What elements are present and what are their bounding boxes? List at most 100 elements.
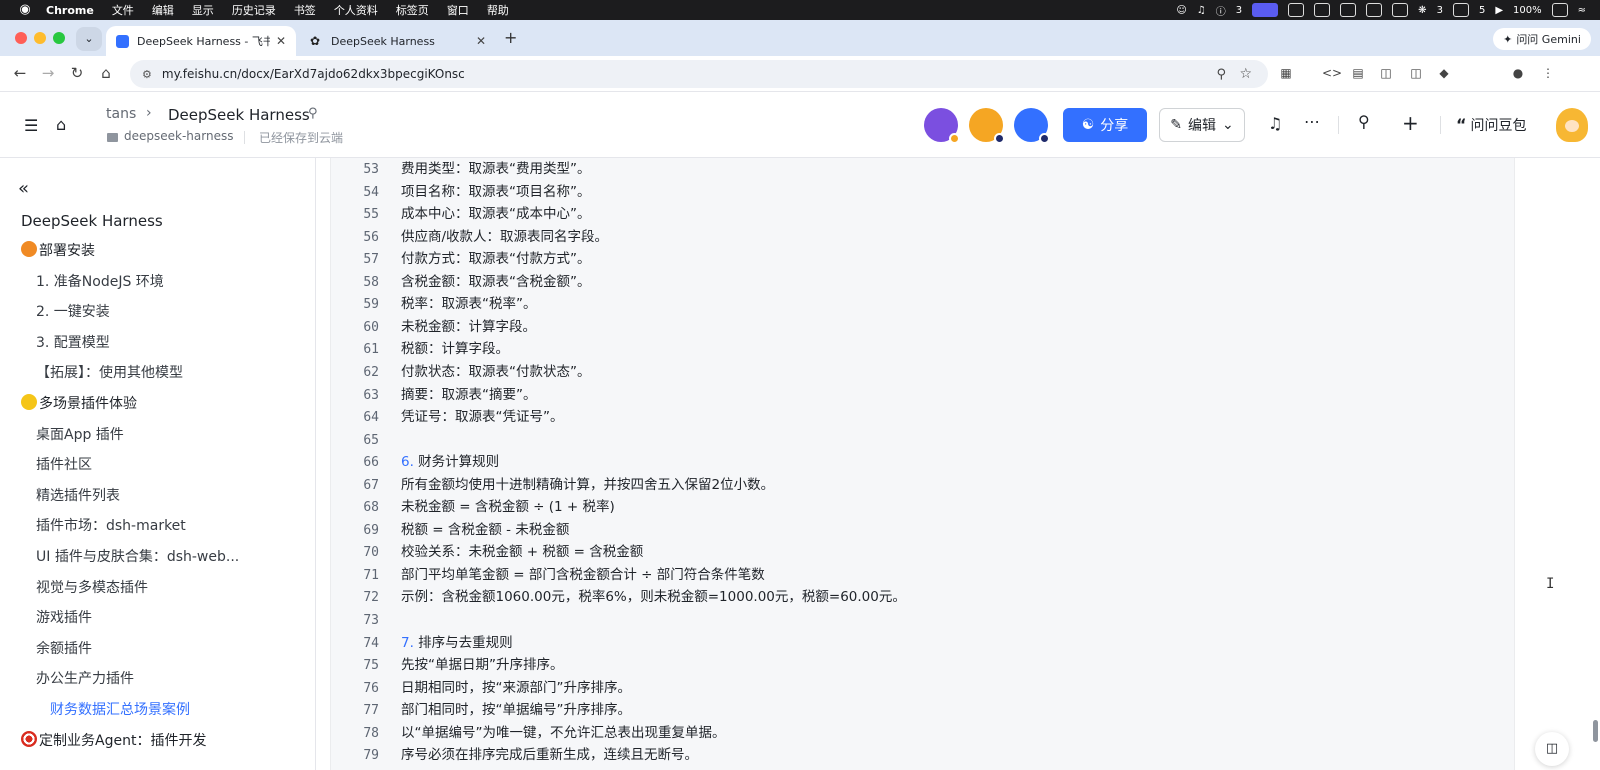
outline-item[interactable]: 【拓展】：使用其他模型 — [36, 362, 183, 382]
notif-count[interactable]: 3 — [1236, 5, 1242, 16]
word-icon[interactable] — [1288, 3, 1305, 17]
code-line[interactable]: 55 成本中心：取源表“成本中心”。 — [331, 203, 591, 226]
site-info-icon[interactable]: ⚙ — [142, 68, 152, 81]
line-content[interactable]: 示例：含税金额1060.00元，税率6%，则未税金额=1000.00元，税额=6… — [401, 586, 906, 609]
code-block[interactable]: 53 费用类型：取源表“费用类型”。 54 项目名称：取源表“项目名称”。 55 成本中心… — [330, 158, 1514, 770]
menu-edit[interactable]: 编辑 — [152, 2, 174, 18]
profile-avatar-icon[interactable]: ● — [1510, 65, 1526, 81]
capcut-icon[interactable] — [1366, 3, 1383, 17]
info-icon[interactable]: ⓘ — [1216, 3, 1226, 18]
line-content[interactable]: 项目名称：取源表“项目名称”。 — [401, 181, 591, 204]
outline-item[interactable]: 视觉与多模态插件 — [36, 577, 148, 597]
breadcrumb-current[interactable]: DeepSeek Harness — [168, 106, 310, 124]
bell-icon[interactable]: ♫ — [1268, 114, 1282, 133]
devtools-code-icon[interactable]: <> — [1322, 65, 1342, 81]
line-content[interactable]: 所有金额均使用十进制精确计算，并按四舍五入保留2位小数。 — [401, 474, 774, 497]
line-content[interactable]: 先按“单据日期”升序排序。 — [401, 654, 564, 677]
bookmark-star-icon[interactable]: ☆ — [1239, 66, 1252, 82]
line-content[interactable]: 成本中心：取源表“成本中心”。 — [401, 203, 591, 226]
line-content[interactable]: 摘要：取源表“摘要”。 — [401, 384, 537, 407]
tab-close-icon[interactable]: ✕ — [276, 34, 286, 48]
line-content[interactable]: 7. 排序与去重规则 — [401, 632, 513, 655]
outline-item[interactable]: 1. 准备NodeJS 环境 — [36, 271, 164, 291]
code-line[interactable]: 53 费用类型：取源表“费用类型”。 — [331, 158, 590, 181]
code-line[interactable]: 64 凭证号：取源表“凭证号”。 — [331, 406, 563, 429]
line-content[interactable]: 6. 财务计算规则 — [401, 451, 499, 474]
code-line[interactable]: 58 含税金额：取源表“含税金额”。 — [331, 271, 591, 294]
more-icon[interactable]: ⋯ — [1304, 112, 1320, 131]
outline-item[interactable]: 定制业务Agent：插件开发 — [21, 730, 206, 750]
code-line[interactable]: 72 示例：含税金额1060.00元，税率6%，则未税金额=1000.00元，税额… — [331, 586, 906, 609]
doubao-mascot-icon[interactable] — [1556, 108, 1588, 142]
scrollbar-thumb[interactable] — [1593, 720, 1598, 742]
code-line[interactable]: 79 序号必须在排序完成后重新生成，连续且无断号。 — [331, 744, 698, 767]
translate-icon[interactable]: ◫ — [1378, 65, 1394, 81]
outline-doc-title[interactable]: DeepSeek Harness — [21, 212, 163, 230]
outline-item[interactable]: UI 插件与皮肤合集：dsh-web... — [36, 546, 239, 566]
code-line[interactable]: 66 6. 财务计算规则 — [331, 451, 499, 474]
menu-help[interactable]: 帮助 — [487, 2, 509, 18]
collaborator-avatar[interactable] — [924, 108, 960, 144]
code-line[interactable]: 60 未税金额：计算字段。 — [331, 316, 536, 339]
back-icon[interactable]: ← — [10, 64, 30, 82]
menu-profile[interactable]: 个人资料 — [334, 2, 378, 18]
play-icon[interactable]: ▶ — [1495, 5, 1503, 16]
outline-item[interactable]: 2. 一键安装 — [36, 301, 110, 321]
collaborator-avatar[interactable] — [969, 108, 1005, 144]
code-line[interactable]: 61 税额：计算字段。 — [331, 338, 509, 361]
new-tab-icon[interactable]: + — [504, 28, 517, 47]
line-content[interactable]: 含税金额：取源表“含税金额”。 — [401, 271, 591, 294]
window-close-icon[interactable] — [15, 32, 27, 44]
outline-item[interactable]: 插件市场：dsh-market — [36, 515, 186, 535]
menu-bookmarks[interactable]: 书签 — [294, 2, 316, 18]
collapse-sidebar-icon[interactable]: « — [18, 178, 29, 199]
apple-logo-icon[interactable]: ◉ — [18, 3, 32, 17]
code-line[interactable]: 57 付款方式：取源表“付款方式”。 — [331, 248, 591, 271]
collaborator-avatar[interactable] — [1014, 108, 1050, 144]
code-line[interactable]: 76 日期相同时，按“来源部门”升序排序。 — [331, 677, 631, 700]
shield-icon[interactable] — [1392, 3, 1409, 17]
line-content[interactable]: 以“单据编号”为唯一键，不允许汇总表出现重复单据。 — [401, 722, 726, 745]
count5-badge[interactable]: 5 — [1479, 5, 1485, 16]
outline-item[interactable]: 3. 配置模型 — [36, 332, 110, 352]
mic-icon[interactable]: ♫ — [1197, 5, 1206, 16]
add-icon[interactable]: + — [1402, 111, 1419, 135]
outline-item[interactable]: 财务数据汇总场景案例 — [50, 699, 190, 719]
url-text[interactable]: my.feishu.cn/docx/EarXd7ajdo62dkx3bpecgi… — [162, 67, 465, 81]
share-button[interactable]: ☯ 分享 — [1063, 108, 1147, 142]
breadcrumb-parent[interactable]: tans — [106, 106, 136, 122]
toggle-sidebar-icon[interactable]: ☰ — [24, 116, 38, 135]
line-content[interactable]: 付款方式：取源表“付款方式”。 — [401, 248, 591, 271]
code-line[interactable]: 73 — [331, 609, 401, 632]
outline-item[interactable]: 部署安装 — [21, 240, 95, 260]
line-content[interactable]: 付款状态：取源表“付款状态”。 — [401, 361, 591, 384]
code-line[interactable]: 63 摘要：取源表“摘要”。 — [331, 384, 537, 407]
trash-icon[interactable]: ◫ — [1408, 65, 1424, 81]
menu-file[interactable]: 文件 — [112, 2, 134, 18]
tab-close-icon[interactable]: ✕ — [476, 34, 486, 48]
code-line[interactable]: 74 7. 排序与去重规则 — [331, 632, 513, 655]
line-content[interactable]: 校验关系：未税金额 + 税额 = 含税金额 — [401, 541, 643, 564]
menu-view[interactable]: 显示 — [192, 2, 214, 18]
code-line[interactable]: 54 项目名称：取源表“项目名称”。 — [331, 181, 591, 204]
code-line[interactable]: 67 所有金额均使用十进制精确计算，并按四舍五入保留2位小数。 — [331, 474, 774, 497]
edit-mode-button[interactable]: ✎ 编辑 ⌄ — [1159, 108, 1245, 142]
code-line[interactable]: 56 供应商/收款人：取源表同名字段。 — [331, 226, 608, 249]
line-content[interactable]: 供应商/收款人：取源表同名字段。 — [401, 226, 608, 249]
p-app-icon[interactable] — [1452, 3, 1469, 17]
line-content[interactable]: 税额：计算字段。 — [401, 338, 509, 361]
line-content[interactable]: 部门平均单笔金额 = 部门含税金额合计 ÷ 部门符合条件笔数 — [401, 564, 765, 587]
line-content[interactable]: 未税金额 = 含税金额 ÷ (1 + 税率) — [401, 496, 615, 519]
tab-search-icon[interactable]: ⌄ — [76, 27, 102, 51]
outline-item[interactable]: 游戏插件 — [36, 607, 92, 627]
outline-item[interactable]: 精选插件列表 — [36, 485, 120, 505]
pin-icon[interactable]: ⚲ — [308, 106, 318, 121]
search-icon[interactable]: ⚲ — [1358, 112, 1370, 131]
help-float-icon[interactable]: ◫ — [1535, 732, 1569, 766]
forward-icon[interactable]: → — [38, 64, 58, 82]
home-icon[interactable]: ⌂ — [56, 115, 66, 134]
ask-doubao-button[interactable]: “问问豆包 — [1456, 115, 1527, 135]
wechat-count[interactable]: 3 — [1437, 5, 1443, 16]
chatgpt-icon[interactable]: ❋ — [1418, 5, 1426, 16]
code-line[interactable]: 69 税额 = 含税金额 - 未税金额 — [331, 519, 569, 542]
